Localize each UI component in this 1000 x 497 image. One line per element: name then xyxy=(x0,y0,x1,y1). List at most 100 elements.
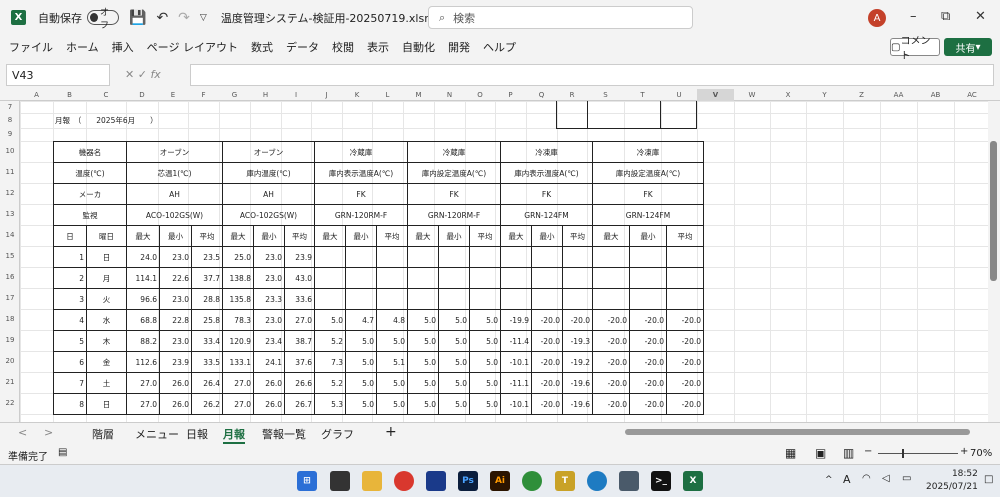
value-cell[interactable]: -20.0 xyxy=(666,351,704,373)
value-cell[interactable]: -10.1 xyxy=(500,393,532,415)
value-cell[interactable]: -20.0 xyxy=(666,330,704,352)
header-cell[interactable]: FK xyxy=(592,183,704,205)
value-cell[interactable]: 23.0 xyxy=(159,288,192,310)
value-cell[interactable]: 68.8 xyxy=(126,309,160,331)
value-cell[interactable]: 26.2 xyxy=(191,393,223,415)
value-cell[interactable]: -20.0 xyxy=(592,330,630,352)
header-cell[interactable]: AH xyxy=(126,183,223,205)
header-cell[interactable]: 最小 xyxy=(531,225,563,247)
header-cell[interactable]: 冷蔵庫 xyxy=(407,141,501,163)
row-header[interactable]: 14 xyxy=(0,225,20,246)
column-header[interactable]: O xyxy=(465,89,495,101)
terminal-icon[interactable]: >_ xyxy=(651,471,671,491)
value-cell[interactable] xyxy=(407,246,439,268)
column-header[interactable]: A xyxy=(20,89,53,101)
column-header[interactable]: E xyxy=(158,89,188,101)
value-cell[interactable]: 5.3 xyxy=(314,393,346,415)
value-cell[interactable]: 23.9 xyxy=(159,351,192,373)
header-cell[interactable]: 平均 xyxy=(376,225,408,247)
column-header[interactable]: H xyxy=(250,89,281,101)
value-cell[interactable] xyxy=(500,288,532,310)
day-cell[interactable]: 6 xyxy=(53,351,87,373)
value-cell[interactable]: 23.9 xyxy=(284,246,315,268)
header-cell[interactable]: GRN-124FM xyxy=(592,204,704,226)
value-cell[interactable] xyxy=(469,246,501,268)
value-cell[interactable] xyxy=(666,246,704,268)
value-cell[interactable]: 5.0 xyxy=(407,393,439,415)
row-label-cell[interactable]: 監視 xyxy=(53,204,127,226)
column-header[interactable]: M xyxy=(403,89,434,101)
value-cell[interactable]: 26.0 xyxy=(253,393,285,415)
header-cell[interactable]: 最大 xyxy=(500,225,532,247)
zoom-slider[interactable] xyxy=(878,453,958,454)
value-cell[interactable]: 5.0 xyxy=(469,393,501,415)
edge-icon[interactable] xyxy=(522,471,542,491)
value-cell[interactable]: 120.9 xyxy=(222,330,254,352)
value-cell[interactable]: 5.0 xyxy=(314,309,346,331)
value-cell[interactable]: 5.0 xyxy=(345,330,377,352)
menu-item[interactable]: 自動化 xyxy=(402,39,435,55)
header-cell[interactable]: 最小 xyxy=(253,225,285,247)
prev-sheet-icon[interactable]: < xyxy=(18,426,27,439)
menu-item[interactable]: ホーム xyxy=(66,39,99,55)
value-cell[interactable]: 5.0 xyxy=(407,309,439,331)
header-cell[interactable]: 最大 xyxy=(314,225,346,247)
search-input[interactable]: ⌕ 検索 xyxy=(428,6,693,29)
value-cell[interactable] xyxy=(531,267,563,289)
value-cell[interactable]: 5.0 xyxy=(438,393,470,415)
value-cell[interactable] xyxy=(407,288,439,310)
column-header[interactable]: AA xyxy=(880,89,917,101)
header-cell[interactable]: 平均 xyxy=(191,225,223,247)
column-header[interactable]: K xyxy=(342,89,372,101)
value-cell[interactable]: -20.0 xyxy=(592,309,630,331)
normal-view-icon[interactable]: ▦ xyxy=(785,446,796,460)
worksheet[interactable]: 月報 （ 2025年6月 ） 機器名 オーブン オーブン 冷蔵庫 冷蔵庫 冷凍庫 冷凍庫 温度… xyxy=(20,101,988,422)
day-cell[interactable]: 3 xyxy=(53,288,87,310)
value-cell[interactable]: 27.0 xyxy=(126,393,160,415)
value-cell[interactable]: 23.0 xyxy=(253,246,285,268)
header-cell[interactable]: 庫内設定温度A(℃) xyxy=(407,162,501,184)
column-header[interactable]: Y xyxy=(806,89,843,101)
value-cell[interactable]: -19.3 xyxy=(562,330,593,352)
column-header[interactable]: F xyxy=(188,89,219,101)
column-header[interactable]: AB xyxy=(917,89,954,101)
day-cell[interactable]: 4 xyxy=(53,309,87,331)
column-header[interactable]: U xyxy=(661,89,697,101)
header-cell[interactable]: FK xyxy=(407,183,501,205)
value-cell[interactable]: 37.6 xyxy=(284,351,315,373)
value-cell[interactable]: -11.1 xyxy=(500,372,532,394)
tray-chevron-icon[interactable]: ^ xyxy=(825,475,833,485)
share-button[interactable]: 共有 ▾ xyxy=(944,38,992,56)
menu-item[interactable]: 表示 xyxy=(367,39,389,55)
value-cell[interactable]: 27.0 xyxy=(222,372,254,394)
row-header[interactable]: 16 xyxy=(0,267,20,288)
row-header[interactable]: 19 xyxy=(0,330,20,351)
sheet-tab[interactable]: 日報 xyxy=(186,426,208,442)
value-cell[interactable]: 5.0 xyxy=(469,351,501,373)
menu-item[interactable]: 挿入 xyxy=(112,39,134,55)
value-cell[interactable]: 24.1 xyxy=(253,351,285,373)
fx-icon[interactable]: ✕ ✓ fx xyxy=(125,68,161,81)
value-cell[interactable]: 96.6 xyxy=(126,288,160,310)
value-cell[interactable] xyxy=(531,288,563,310)
value-cell[interactable]: -19.6 xyxy=(562,393,593,415)
value-cell[interactable] xyxy=(314,288,346,310)
header-cell[interactable]: 平均 xyxy=(666,225,704,247)
column-header[interactable]: Z xyxy=(843,89,880,101)
value-cell[interactable]: -20.0 xyxy=(531,330,563,352)
weekday-cell[interactable]: 土 xyxy=(86,372,127,394)
value-cell[interactable] xyxy=(438,288,470,310)
value-cell[interactable]: 27.0 xyxy=(284,309,315,331)
value-cell[interactable]: 78.3 xyxy=(222,309,254,331)
value-cell[interactable]: 5.1 xyxy=(376,351,408,373)
day-cell[interactable]: 7 xyxy=(53,372,87,394)
value-cell[interactable]: -20.0 xyxy=(531,351,563,373)
zoom-level[interactable]: 70% xyxy=(970,448,992,459)
row-header[interactable]: 18 xyxy=(0,309,20,330)
value-cell[interactable]: 22.8 xyxy=(159,309,192,331)
header-cell[interactable]: 庫内設定温度A(℃) xyxy=(592,162,704,184)
speaker-icon[interactable]: ◁ xyxy=(882,473,890,484)
value-cell[interactable] xyxy=(629,246,667,268)
header-cell[interactable]: GRN-120RM-F xyxy=(407,204,501,226)
header-cell[interactable]: FK xyxy=(314,183,408,205)
